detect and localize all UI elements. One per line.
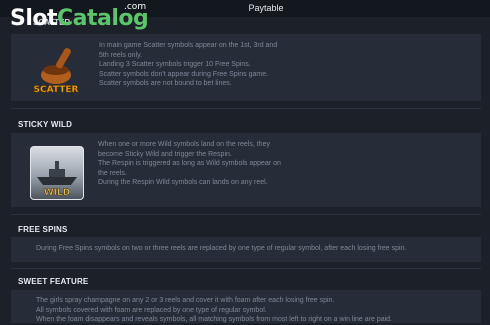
sticky-wild-line: The Respin is triggered as long as Wild … <box>98 160 281 168</box>
sticky-wild-description: When one or more Wild symbols land on th… <box>98 140 281 188</box>
free-spins-line: During Free Spins symbols on two or thre… <box>36 245 407 252</box>
sweet-feature-line: When the foam disappears and reveals sym… <box>36 316 392 324</box>
scatter-description: In main game Scatter symbols appear on t… <box>99 41 277 89</box>
section-divider <box>11 268 481 269</box>
section-divider <box>11 108 481 109</box>
scatter-line: 5th reels only. <box>99 51 143 59</box>
sticky-wild-line: During the Respin Wild symbols can lands… <box>98 179 268 187</box>
sticky-wild-line: become Sticky Wild and trigger the Respi… <box>98 150 232 158</box>
scatter-line: Landing 3 Scatter symbols trigger 10 Fre… <box>99 61 251 69</box>
sweet-feature-description: The girls spray champagne on any 2 or 3 … <box>36 296 392 325</box>
scatter-line: In main game Scatter symbols appear on t… <box>99 42 278 49</box>
sticky-wild-heading: STICKY WILD <box>18 120 73 129</box>
section-divider <box>11 214 481 215</box>
sweet-feature-heading: SWEET FEATURE <box>18 277 89 286</box>
scatter-symbol-icon: SCATTER <box>30 45 82 97</box>
free-spins-description: During Free Spins symbols on two or thre… <box>36 244 406 254</box>
scatter-line: Scatter symbols don't appear during Free… <box>99 70 269 78</box>
sticky-wild-line: the reels. <box>98 169 127 177</box>
wild-icon-label: WILD <box>44 188 70 198</box>
sweet-feature-line: The girls spray champagne on any 2 or 3 … <box>36 297 335 304</box>
sweet-feature-line: All symbols covered with foam are replac… <box>36 306 267 314</box>
watermark-slot-text: Slot <box>10 6 58 31</box>
free-spins-heading: FREE SPINS <box>18 225 68 234</box>
sticky-wild-line: When one or more Wild symbols land on th… <box>98 141 270 148</box>
scatter-icon-label: SCATTER <box>34 85 79 95</box>
watermark-com-text: .com <box>124 2 147 12</box>
slotcatalog-watermark: SlotCatalog .com <box>10 2 149 31</box>
wild-symbol-icon: WILD <box>30 146 84 200</box>
scatter-line: Scatter symbols are not bound to bet lin… <box>99 80 232 88</box>
